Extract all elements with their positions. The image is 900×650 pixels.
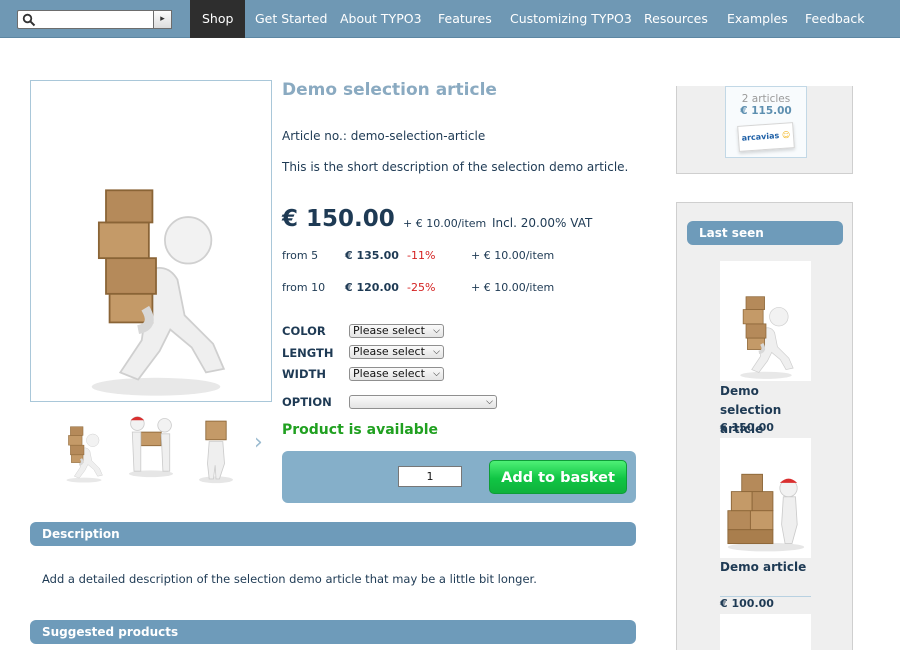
shipping-cost: + € 10.00/item: [403, 217, 487, 230]
last-seen-price-2: € 100.00: [720, 597, 774, 610]
chevron-down-icon: ⌵: [433, 369, 440, 379]
quantity-input[interactable]: 1: [398, 466, 462, 487]
basket-total: € 115.00: [740, 105, 792, 117]
product-thumbnail-3[interactable]: [185, 410, 247, 484]
attribute-label-width: WIDTH: [282, 367, 326, 381]
arcavias-logo: arcavias: [741, 131, 780, 143]
last-seen-image-1[interactable]: [720, 261, 811, 381]
last-seen-price-1: € 150.00: [720, 421, 774, 434]
width-select[interactable]: Please select ⌵: [349, 367, 444, 381]
nav-item-feedback[interactable]: Feedback: [805, 0, 865, 38]
last-seen-image-3[interactable]: [720, 614, 811, 650]
tier-price: € 135.00: [345, 249, 399, 262]
top-navigation: ▸ Shop Get Started About TYPO3 Features …: [0, 0, 900, 38]
vat-info: Incl. 20.00% VAT: [492, 216, 593, 230]
tier-price: € 120.00: [345, 281, 399, 294]
chevron-down-icon: ⌵: [486, 397, 493, 407]
nav-item-examples[interactable]: Examples: [727, 0, 788, 38]
tier-discount: -25%: [407, 281, 436, 294]
mini-basket: 2 articles € 115.00 arcavias ☺: [676, 86, 853, 174]
mini-basket-widget[interactable]: 2 articles € 115.00 arcavias ☺: [725, 86, 807, 158]
add-to-basket-button[interactable]: Add to basket: [489, 460, 627, 494]
suggested-products-header[interactable]: Suggested products: [30, 620, 636, 644]
nav-item-customizing-typo3[interactable]: Customizing TYPO3: [510, 0, 632, 38]
last-seen-panel: Last seen Demo selection article € 150.0…: [676, 202, 853, 650]
option-select[interactable]: ⌵: [349, 395, 497, 409]
nav-item-features[interactable]: Features: [438, 0, 492, 38]
color-select-value: Please select: [353, 324, 425, 337]
arcavias-logo-dot: ☺: [781, 130, 791, 140]
attribute-label-option: OPTION: [282, 395, 332, 409]
nav-item-resources[interactable]: Resources: [644, 0, 708, 38]
basket-panel: 1 Add to basket: [282, 451, 636, 503]
article-number: Article no.: demo-selection-article: [282, 129, 486, 143]
product-title: Demo selection article: [282, 80, 497, 100]
last-seen-name-2[interactable]: Demo article: [720, 558, 811, 597]
length-select-value: Please select: [353, 345, 425, 358]
last-seen-title: Last seen: [687, 221, 843, 245]
basket-count: 2 articles: [741, 93, 791, 105]
tier-from: from 10: [282, 281, 326, 294]
tier-discount: -11%: [407, 249, 436, 262]
short-description: This is the short description of the sel…: [282, 160, 629, 174]
last-seen-image-2[interactable]: [720, 438, 811, 558]
nav-item-get-started[interactable]: Get Started: [255, 0, 327, 38]
product-thumbnail-1[interactable]: [53, 410, 115, 484]
shopping-bag-icon: arcavias ☺: [737, 122, 795, 152]
availability-status: Product is available: [282, 422, 439, 438]
description-text: Add a detailed description of the select…: [42, 572, 537, 586]
product-main-image[interactable]: [30, 80, 272, 402]
length-select[interactable]: Please select ⌵: [349, 345, 444, 359]
tier-shipping: + € 10.00/item: [471, 249, 555, 262]
product-price: € 150.00: [282, 206, 395, 232]
chevron-down-icon: ⌵: [433, 326, 440, 336]
chevron-down-icon: ⌵: [433, 347, 440, 357]
nav-item-about-typo3[interactable]: About TYPO3: [340, 0, 422, 38]
color-select[interactable]: Please select ⌵: [349, 324, 444, 338]
thumbnail-next-arrow-icon[interactable]: ›: [254, 430, 263, 455]
search-icon: [22, 13, 36, 27]
search-input[interactable]: ▸: [17, 10, 172, 29]
tier-from: from 5: [282, 249, 319, 262]
product-thumbnail-2[interactable]: [120, 410, 182, 484]
attribute-label-color: COLOR: [282, 324, 326, 338]
attribute-label-length: LENGTH: [282, 346, 334, 360]
nav-item-shop[interactable]: Shop: [190, 0, 246, 38]
width-select-value: Please select: [353, 367, 425, 380]
tier-shipping: + € 10.00/item: [471, 281, 555, 294]
search-submit-button[interactable]: ▸: [153, 10, 172, 29]
product-image-runner: [31, 81, 271, 401]
description-header[interactable]: Description: [30, 522, 636, 546]
